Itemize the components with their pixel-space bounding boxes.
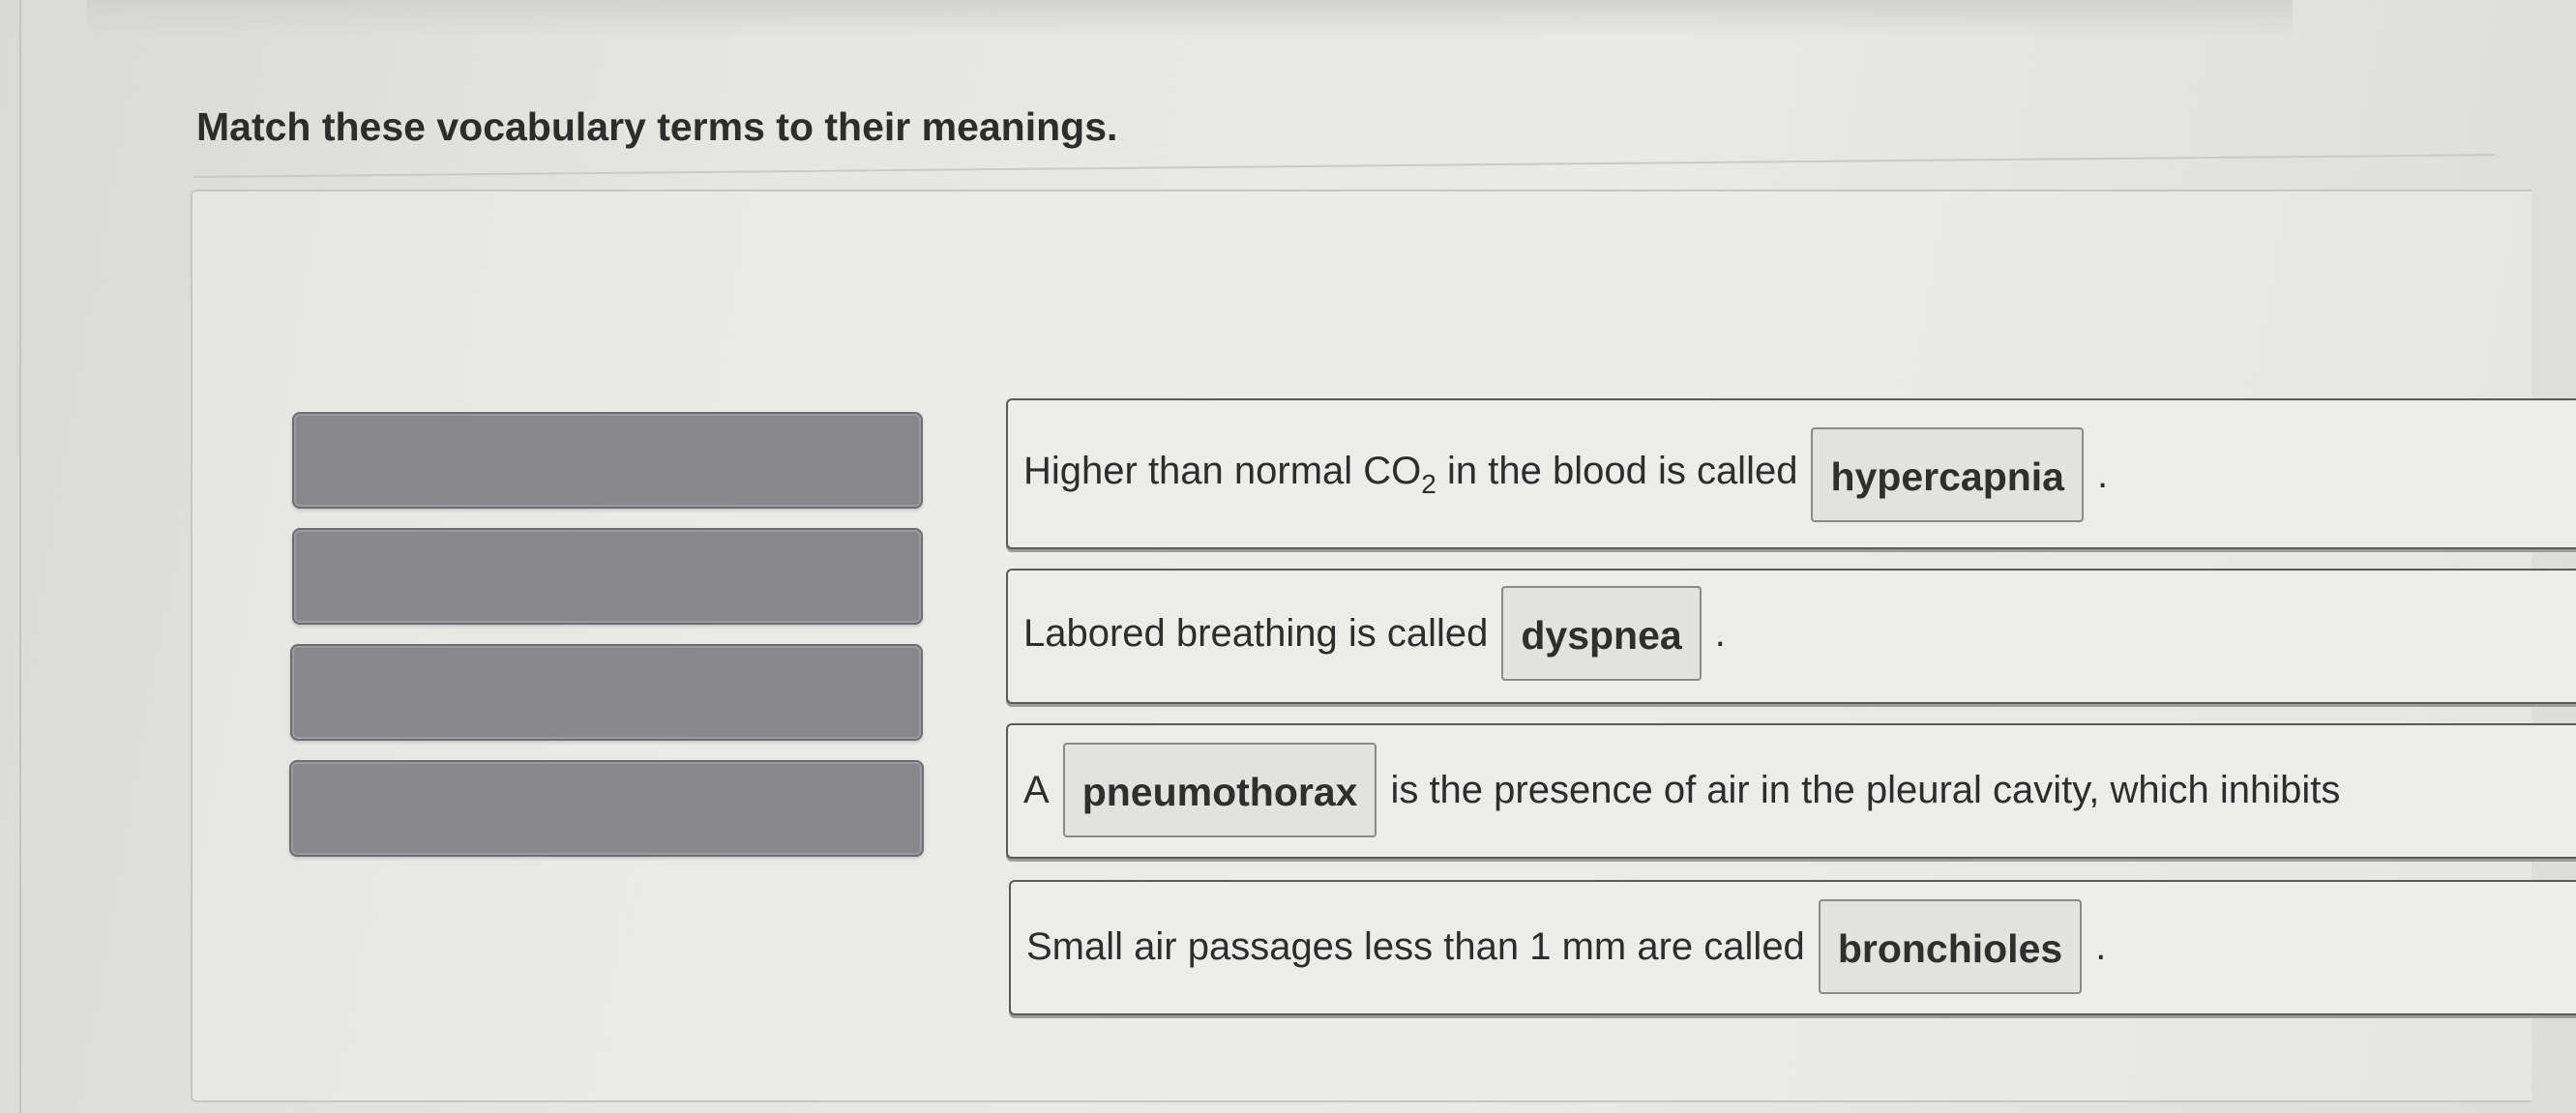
- sentence-1-text-before: Higher than normal CO2 in the blood is c…: [1023, 450, 1798, 499]
- term-slot-2[interactable]: [292, 528, 923, 625]
- sentence-1: Higher than normal CO2 in the blood is c…: [1008, 427, 2576, 522]
- question-title: Match these vocabulary terms to their me…: [196, 104, 1118, 149]
- term-slot-3[interactable]: [290, 644, 923, 741]
- term-slot-1[interactable]: [292, 412, 923, 509]
- sentence-4: Small air passages less than 1 mm are ca…: [1011, 899, 2576, 994]
- page-left-border: [19, 0, 21, 1113]
- answer-chip-pneumothorax[interactable]: pneumothorax: [1062, 743, 1377, 837]
- sentence-4-text-before: Small air passages less than 1 mm are ca…: [1026, 924, 1805, 968]
- sentence-2-text-before: Labored breathing is called: [1023, 611, 1489, 655]
- answer-chip-bronchioles[interactable]: bronchioles: [1818, 899, 2083, 994]
- sentence-1-text-after: .: [2097, 453, 2109, 496]
- sentence-3: A pneumothorax is the presence of air in…: [1008, 743, 2576, 837]
- top-shade: [87, 0, 2293, 39]
- answer-chip-dyspnea[interactable]: dyspnea: [1501, 586, 1702, 681]
- title-divider: [192, 154, 2496, 178]
- sentence-card-3: A pneumothorax is the presence of air in…: [1006, 723, 2576, 859]
- sentence-3-text-after: is the presence of air in the pleural ca…: [1390, 768, 2341, 811]
- sentence-3-text-before: A: [1023, 768, 1050, 811]
- sentence-card-4: Small air passages less than 1 mm are ca…: [1009, 880, 2576, 1015]
- sentence-2: Labored breathing is called dyspnea .: [1008, 586, 2576, 681]
- sentence-2-text-after: .: [1714, 611, 1726, 655]
- answer-chip-hypercapnia[interactable]: hypercapnia: [1811, 427, 2084, 522]
- sentence-card-1: Higher than normal CO2 in the blood is c…: [1006, 398, 2576, 549]
- term-slot-4[interactable]: [289, 760, 924, 857]
- sentence-4-text-after: .: [2095, 924, 2107, 968]
- sentence-card-2: Labored breathing is called dyspnea .: [1006, 569, 2576, 704]
